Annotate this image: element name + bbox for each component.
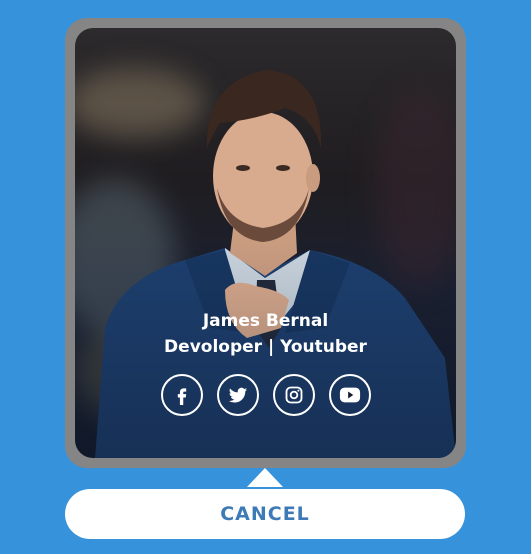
- twitter-link[interactable]: [216, 374, 259, 416]
- facebook-icon: [177, 388, 186, 405]
- card-pointer: [247, 468, 283, 487]
- cancel-button[interactable]: CANCEL: [65, 489, 465, 539]
- youtube-link[interactable]: [328, 374, 371, 416]
- social-links: [75, 374, 456, 416]
- instagram-link[interactable]: [272, 374, 315, 416]
- youtube-icon: [339, 387, 360, 403]
- profile-card: James Bernal Devoloper | Youtuber: [75, 28, 456, 458]
- profile-card-frame: James Bernal Devoloper | Youtuber: [65, 18, 466, 468]
- profile-role: Devoloper | Youtuber: [164, 337, 367, 357]
- instagram-icon: [285, 386, 302, 404]
- profile-name: James Bernal: [202, 311, 329, 331]
- facebook-link[interactable]: [160, 374, 203, 416]
- twitter-icon: [228, 387, 247, 403]
